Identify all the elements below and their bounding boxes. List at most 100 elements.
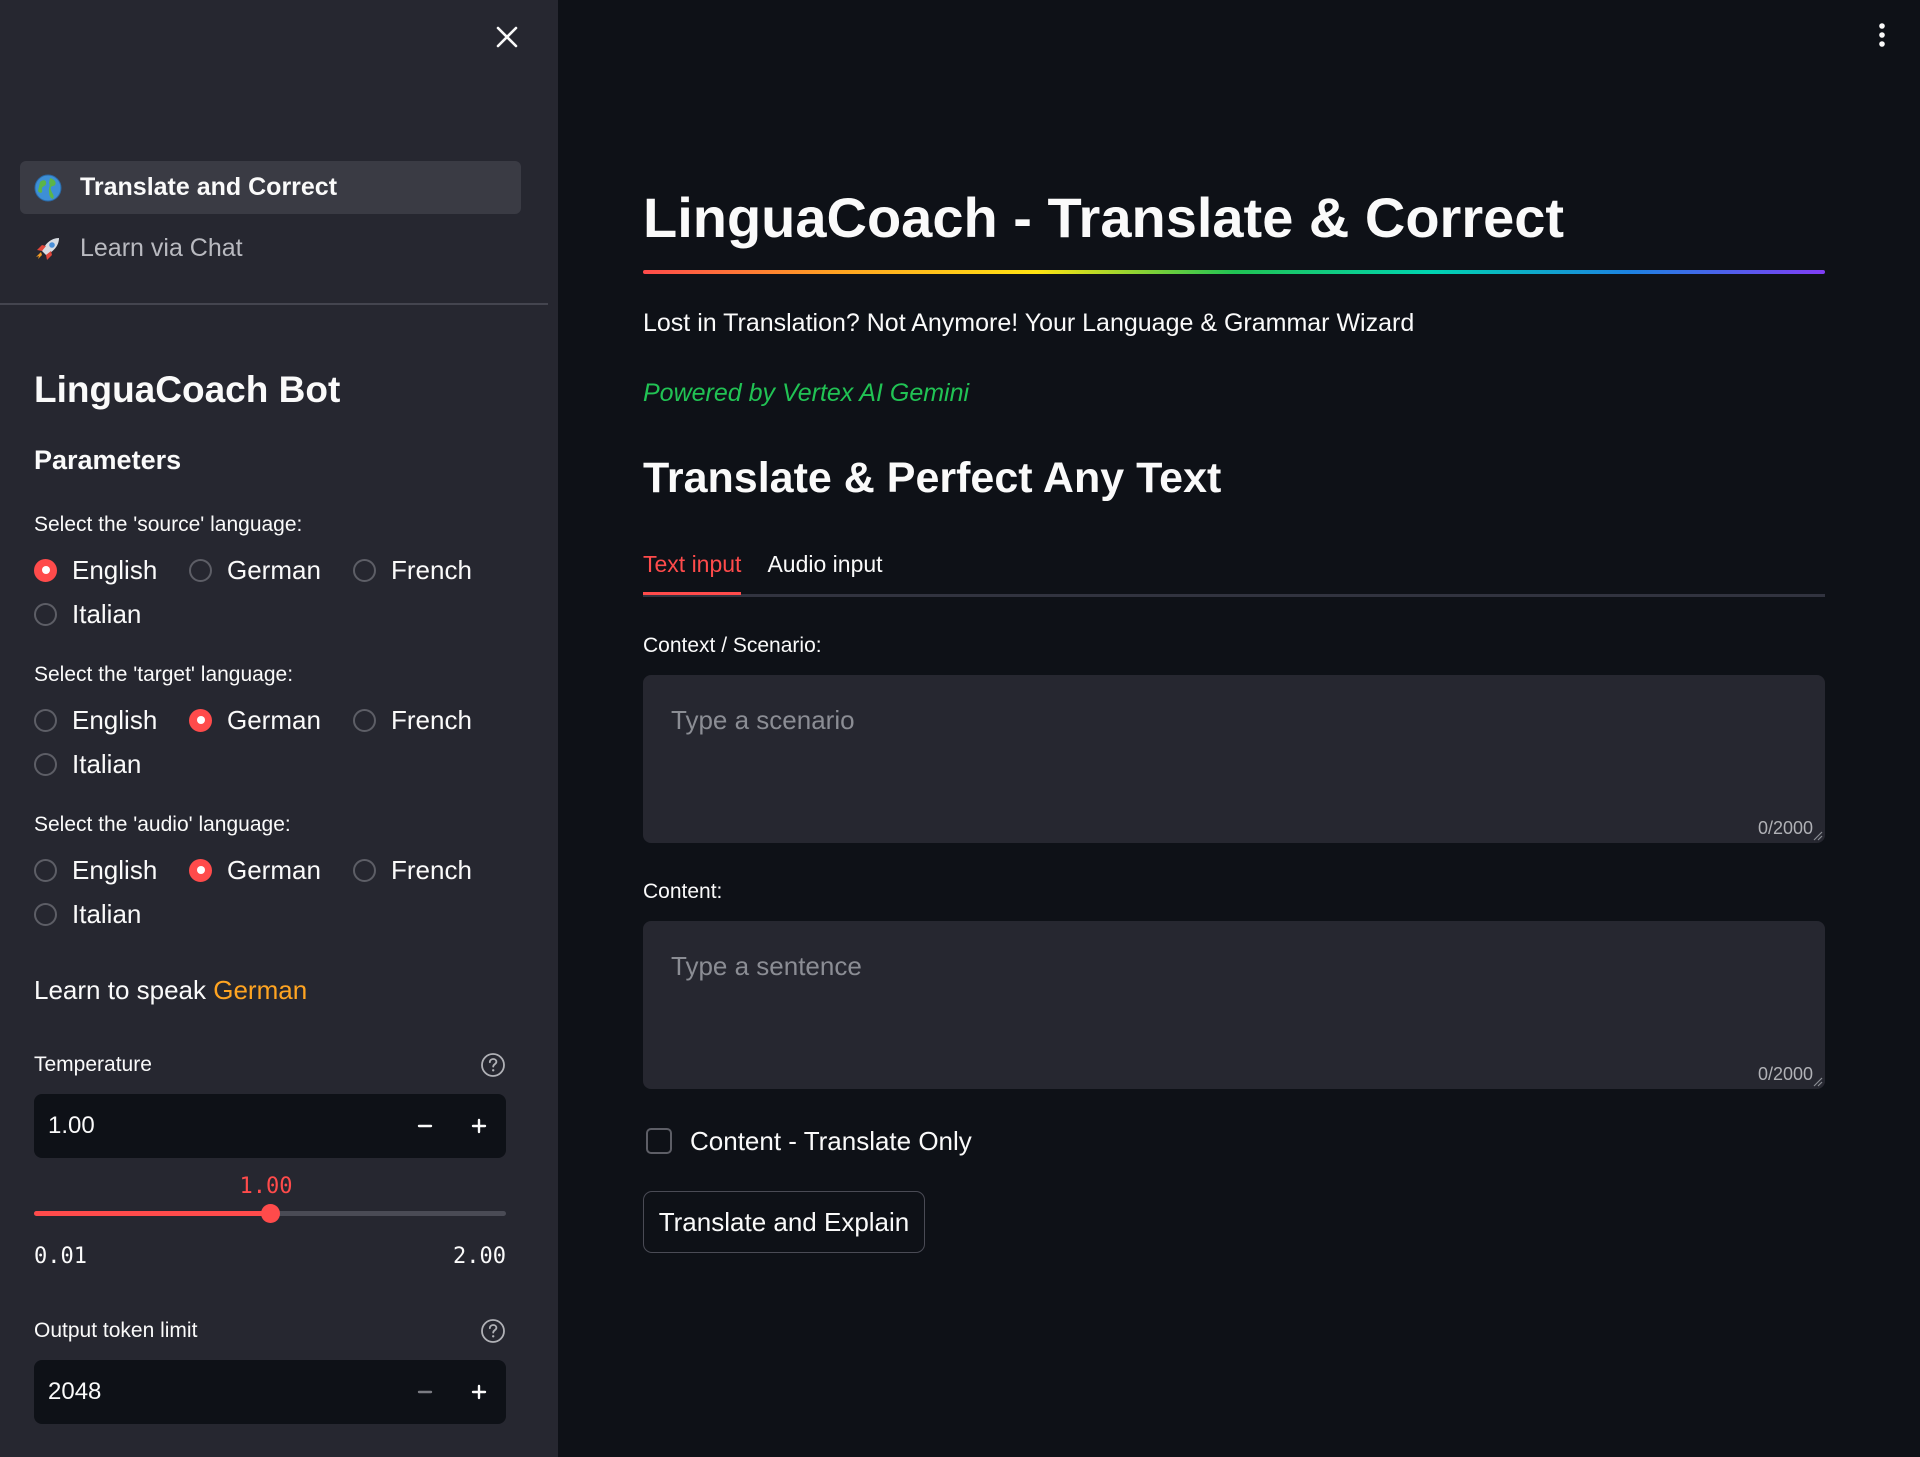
- token-limit-increment-button[interactable]: [452, 1360, 506, 1424]
- token-limit-number-input[interactable]: 2048: [34, 1360, 506, 1424]
- powered-by-text: Powered by Vertex AI Gemini: [643, 379, 970, 407]
- token-limit-label: Output token limit: [34, 1319, 198, 1342]
- translate-and-explain-button[interactable]: Translate and Explain: [643, 1191, 925, 1253]
- radio-label: French: [391, 854, 472, 885]
- radio-button: [189, 558, 212, 582]
- target-language-group: Select the 'target' language: English Ge…: [34, 660, 506, 780]
- nav-label: Translate and Correct: [80, 173, 338, 201]
- radio-label: French: [391, 554, 472, 585]
- radio-label: Italian: [72, 598, 142, 629]
- radio-button: [353, 858, 376, 882]
- radio-button: [34, 752, 57, 776]
- source-radio-german[interactable]: German: [189, 554, 353, 586]
- context-placeholder: Type a scenario: [671, 705, 855, 735]
- page-navigation: Translate and Correct Learn via Chat: [20, 161, 521, 283]
- source-radio-french[interactable]: French: [353, 554, 493, 586]
- close-sidebar-button[interactable]: [490, 20, 524, 54]
- radio-button: [34, 708, 57, 732]
- slider-thumb[interactable]: [261, 1204, 280, 1223]
- temperature-value[interactable]: 1.00: [34, 1112, 398, 1140]
- help-icon[interactable]: [480, 1052, 506, 1078]
- section-title: Translate & Perfect Any Text: [643, 454, 1222, 502]
- radio-label: English: [72, 854, 158, 885]
- context-label: Context / Scenario:: [643, 634, 822, 657]
- token-limit-decrement-button[interactable]: [398, 1360, 452, 1424]
- radio-label: German: [227, 854, 321, 885]
- context-textarea[interactable]: Type a scenario 0/2000: [643, 675, 1825, 843]
- title-divider: [643, 270, 1825, 274]
- radio-button: [353, 708, 376, 732]
- tab-text-input[interactable]: Text input: [643, 548, 742, 595]
- radio-button: [189, 708, 212, 732]
- radio-button: [189, 858, 212, 882]
- rocket-icon: [32, 233, 64, 265]
- content-textarea[interactable]: Type a sentence 0/2000: [643, 921, 1825, 1089]
- radio-button: [353, 558, 376, 582]
- radio-label: German: [227, 554, 321, 585]
- learn-prefix: Learn to speak: [34, 975, 214, 1005]
- sidebar-title: LinguaCoach Bot: [34, 369, 341, 410]
- temperature-increment-button[interactable]: [452, 1094, 506, 1158]
- radio-label: German: [227, 704, 321, 735]
- source-language-label: Select the 'source' language:: [34, 513, 303, 536]
- temperature-number-input[interactable]: 1.00: [34, 1094, 506, 1158]
- audio-language-radio-group: English German French Italian: [34, 854, 506, 930]
- nav-item-translate-and-correct[interactable]: Translate and Correct: [20, 161, 521, 214]
- target-radio-french[interactable]: French: [353, 704, 493, 736]
- help-icon[interactable]: [480, 1318, 506, 1344]
- target-radio-italian[interactable]: Italian: [34, 748, 189, 780]
- close-icon: [496, 26, 518, 48]
- radio-label: English: [72, 704, 158, 735]
- temperature-label-row: Temperature: [34, 1050, 506, 1080]
- slider-current-value: 1.00: [239, 1174, 293, 1199]
- audio-radio-german[interactable]: German: [189, 854, 353, 886]
- source-language-radio-group: English German French Italian: [34, 554, 506, 630]
- audio-radio-french[interactable]: French: [353, 854, 493, 886]
- token-limit-label-row: Output token limit: [34, 1316, 506, 1346]
- temperature-label: Temperature: [34, 1053, 152, 1076]
- learn-to-speak-text: Learn to speak German: [34, 970, 506, 1010]
- radio-button: [34, 902, 57, 926]
- target-language-label: Select the 'target' language:: [34, 663, 294, 686]
- radio-label: French: [391, 704, 472, 735]
- source-language-group: Select the 'source' language: English Ge…: [34, 510, 506, 630]
- temperature-decrement-button[interactable]: [398, 1094, 452, 1158]
- main-menu-button[interactable]: [1868, 18, 1896, 52]
- radio-button: [34, 558, 57, 582]
- radio-label: Italian: [72, 748, 142, 779]
- translate-only-label: Content - Translate Only: [690, 1125, 972, 1156]
- input-tabs: Text input Audio input: [643, 548, 1825, 597]
- audio-language-label: Select the 'audio' language:: [34, 813, 291, 836]
- target-radio-german[interactable]: German: [189, 704, 353, 736]
- nav-item-learn-via-chat[interactable]: Learn via Chat: [20, 222, 521, 275]
- page-subtitle: Lost in Translation? Not Anymore! Your L…: [643, 309, 1415, 337]
- audio-radio-english[interactable]: English: [34, 854, 189, 886]
- tab-audio-input[interactable]: Audio input: [767, 548, 882, 592]
- minus-icon: [417, 1390, 433, 1394]
- translate-only-checkbox-row[interactable]: Content - Translate Only: [643, 1121, 1825, 1161]
- main-content: LinguaCoach - Translate & Correct Lost i…: [643, 180, 1825, 1253]
- radio-button: [34, 858, 57, 882]
- radio-label: Italian: [72, 898, 142, 929]
- page-title: LinguaCoach - Translate & Correct: [643, 186, 1565, 249]
- sidebar: Translate and Correct Learn via Chat Lin…: [0, 0, 558, 1457]
- source-radio-english[interactable]: English: [34, 554, 189, 586]
- radio-label: English: [72, 554, 158, 585]
- audio-radio-italian[interactable]: Italian: [34, 898, 189, 930]
- learn-language: German: [213, 975, 308, 1005]
- slider-min-label: 0.01: [34, 1244, 87, 1269]
- temperature-slider[interactable]: 1.00 0.01 2.00: [34, 1174, 506, 1284]
- resize-handle-icon[interactable]: [1813, 831, 1823, 841]
- plus-icon: [471, 1118, 487, 1134]
- resize-handle-icon[interactable]: [1813, 1077, 1823, 1087]
- content-label: Content:: [643, 880, 723, 903]
- nav-label: Learn via Chat: [80, 234, 243, 262]
- parameters-heading: Parameters: [34, 445, 182, 475]
- target-radio-english[interactable]: English: [34, 704, 189, 736]
- source-radio-italian[interactable]: Italian: [34, 598, 189, 630]
- token-limit-value[interactable]: 2048: [34, 1378, 398, 1406]
- plus-icon: [471, 1384, 487, 1400]
- kebab-menu-icon: [1879, 23, 1885, 47]
- content-placeholder: Type a sentence: [671, 951, 862, 981]
- translate-only-checkbox[interactable]: [646, 1128, 672, 1154]
